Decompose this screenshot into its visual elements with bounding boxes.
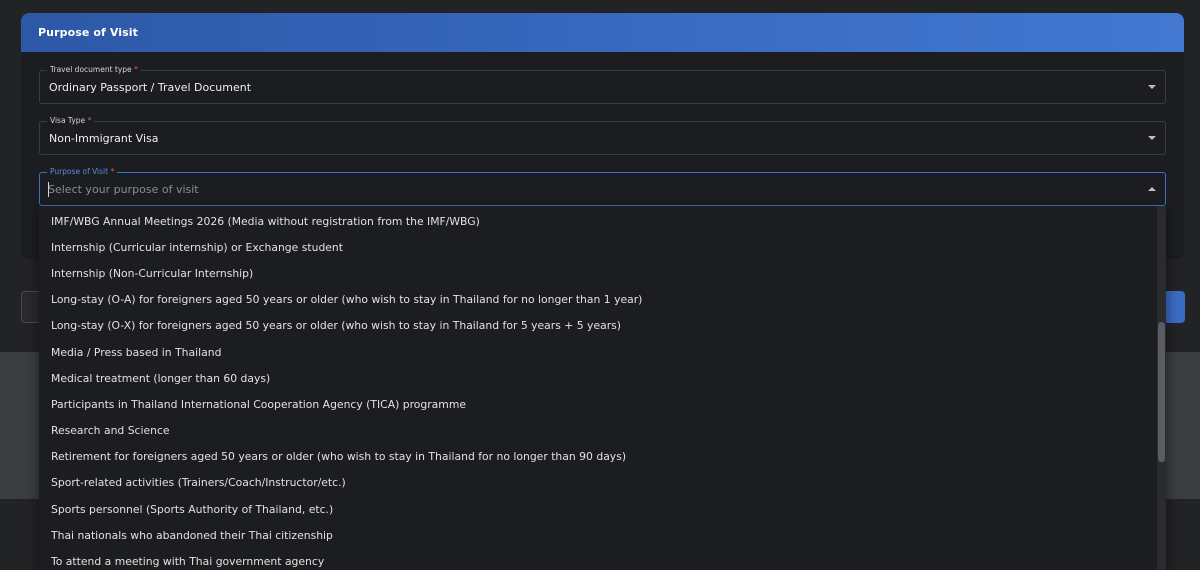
list-item[interactable]: Participants in Thailand International C… — [39, 391, 1166, 417]
list-item[interactable]: Medical treatment (longer than 60 days) — [39, 365, 1166, 391]
list-item[interactable]: Sport-related activities (Trainers/Coach… — [39, 470, 1166, 496]
list-item[interactable]: Internship (Non-Curricular Internship) — [39, 260, 1166, 286]
scrollbar-thumb[interactable] — [1158, 322, 1165, 462]
travel-document-label: Travel document type * — [47, 65, 141, 75]
visa-type-label: Visa Type * — [47, 116, 95, 126]
text-cursor — [48, 182, 49, 197]
list-item[interactable]: Research and Science — [39, 418, 1166, 444]
chevron-down-icon[interactable] — [1148, 136, 1156, 140]
required-mark: * — [110, 167, 115, 176]
list-item[interactable]: Long-stay (O-X) for foreigners aged 50 y… — [39, 313, 1166, 339]
required-mark: * — [134, 65, 138, 74]
card-header: Purpose of Visit — [21, 13, 1184, 52]
list-item[interactable]: Thai nationals who abandoned their Thai … — [39, 522, 1166, 548]
list-item[interactable]: Long-stay (O-A) for foreigners aged 50 y… — [39, 287, 1166, 313]
chevron-up-icon[interactable] — [1148, 187, 1156, 191]
card-title: Purpose of Visit — [38, 26, 139, 39]
purpose-of-visit-select[interactable]: Purpose of Visit * — [39, 167, 1166, 206]
page: Purpose of Visit Travel document type * … — [0, 0, 1200, 570]
required-mark: * — [87, 116, 92, 125]
list-item[interactable]: To attend a meeting with Thai government… — [39, 548, 1166, 570]
list-item[interactable]: Retirement for foreigners aged 50 years … — [39, 444, 1166, 470]
chevron-down-icon[interactable] — [1148, 85, 1156, 89]
list-item[interactable]: IMF/WBG Annual Meetings 2026 (Media with… — [39, 208, 1166, 234]
purpose-of-visit-label: Purpose of Visit * — [47, 167, 118, 177]
travel-document-select[interactable]: Travel document type * Ordinary Passport… — [39, 65, 1166, 104]
travel-document-value: Ordinary Passport / Travel Document — [49, 81, 252, 94]
list-item[interactable]: Internship (Curricular internship) or Ex… — [39, 234, 1166, 260]
purpose-of-visit-input[interactable] — [48, 181, 1128, 198]
visa-type-select[interactable]: Visa Type * Non-Immigrant Visa — [39, 116, 1166, 155]
dropdown-scrollbar[interactable] — [1157, 206, 1166, 570]
visa-type-value: Non-Immigrant Visa — [49, 132, 159, 145]
purpose-options-list[interactable]: IMF/WBG Annual Meetings 2026 (Media with… — [39, 206, 1166, 570]
list-item[interactable]: Sports personnel (Sports Authority of Th… — [39, 496, 1166, 522]
list-item[interactable]: Media / Press based in Thailand — [39, 339, 1166, 365]
